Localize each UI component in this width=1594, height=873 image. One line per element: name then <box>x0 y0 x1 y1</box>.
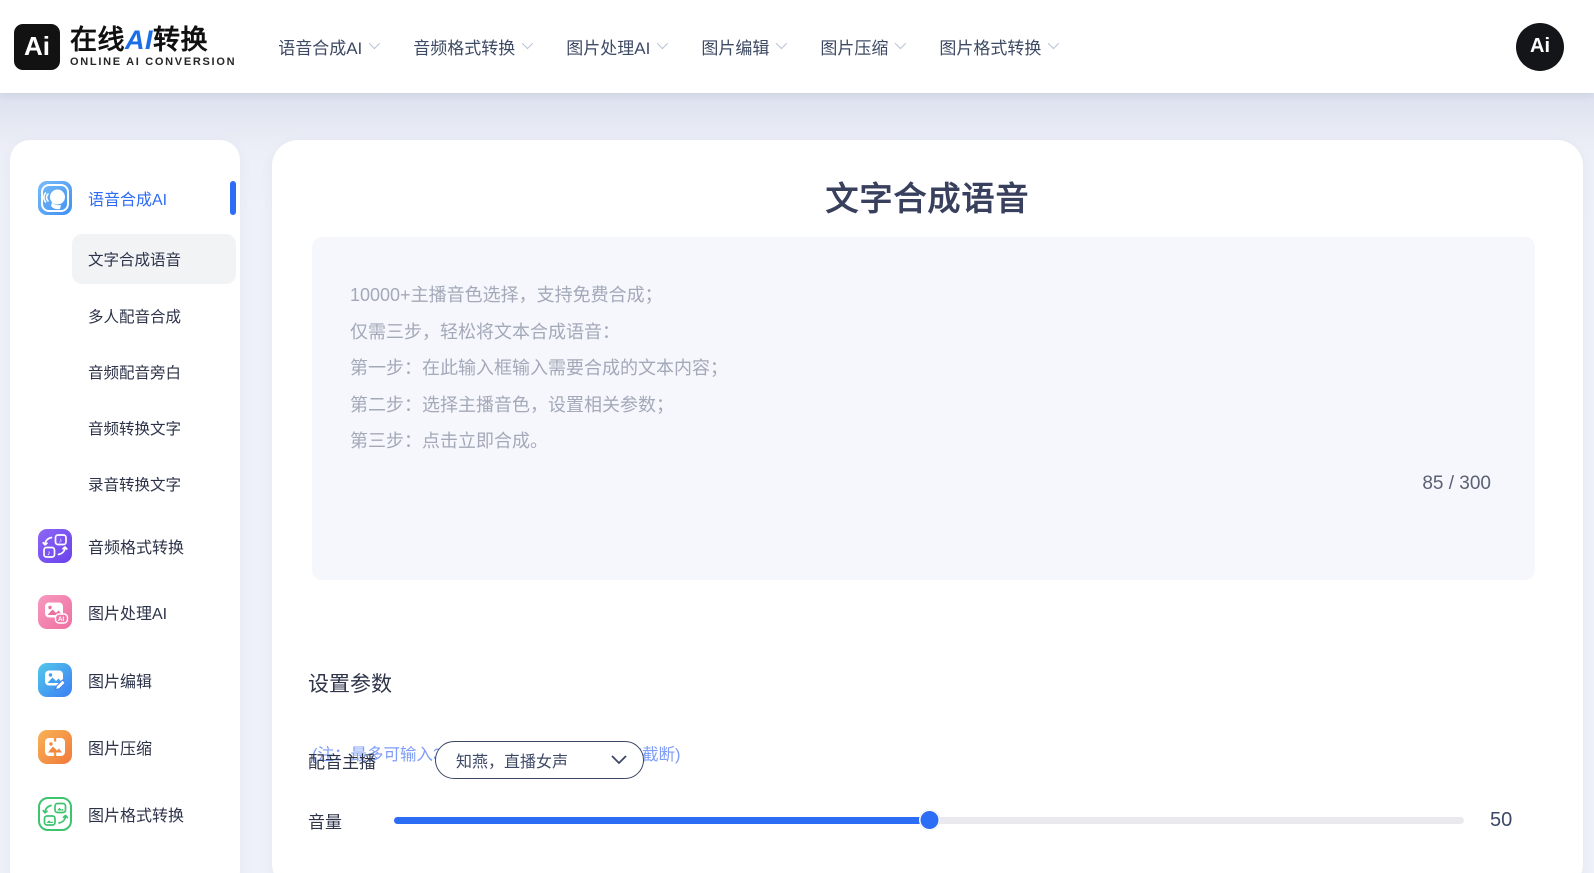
volume-slider-handle[interactable] <box>919 810 940 831</box>
nav-label: 语音合成AI <box>278 34 362 59</box>
sidebar-sub-multi-voice[interactable]: 多人配音合成 <box>72 296 236 336</box>
chevron-down-icon <box>1048 38 1059 49</box>
sidebar: 语音合成AI 文字合成语音 多人配音合成 音频配音旁白 音频转换文字 录音转换文… <box>10 140 240 873</box>
main-panel: 文字合成语音 10000+主播音色选择，支持免费合成； 仅需三步，轻松将文本合成… <box>272 140 1583 873</box>
user-avatar[interactable]: Ai <box>1516 23 1564 71</box>
placeholder-line: 第二步：选择主播音色，设置相关参数； <box>350 387 728 424</box>
placeholder-line: 第三步：点击立即合成。 <box>350 423 728 460</box>
placeholder-line: 第一步：在此输入框输入需要合成的文本内容； <box>350 350 728 387</box>
logo-subtitle: ONLINE AI CONVERSION <box>70 56 236 68</box>
top-navbar: Ai 在线AI转换 ONLINE AI CONVERSION 语音合成AI 音频… <box>0 0 1594 93</box>
site-logo[interactable]: Ai 在线AI转换 ONLINE AI CONVERSION <box>14 24 236 70</box>
image-format-convert-icon <box>38 797 72 831</box>
image-ai-icon: AI <box>38 595 72 629</box>
sidebar-sub-audio-to-text[interactable]: 音频转换文字 <box>72 408 236 448</box>
logo-title-part2: AI <box>125 25 153 55</box>
sidebar-item-voice-synthesis[interactable]: 语音合成AI <box>10 178 240 218</box>
sidebar-sub-label: 文字合成语音 <box>88 248 181 270</box>
logo-title-part1: 在线 <box>70 25 125 55</box>
sidebar-item-label: 图片格式转换 <box>88 802 184 826</box>
voice-ai-icon <box>38 181 72 215</box>
nav-image-ai[interactable]: 图片处理AI <box>566 34 665 59</box>
voice-select-value: 知燕，直播女声 <box>456 748 568 772</box>
settings-heading: 设置参数 <box>308 668 392 698</box>
volume-label: 音量 <box>308 808 342 833</box>
nav-image-format[interactable]: 图片格式转换 <box>939 34 1056 59</box>
sidebar-item-image-edit[interactable]: 图片编辑 <box>10 658 240 702</box>
volume-setting-row: 音量 50 <box>308 800 1548 840</box>
sidebar-sub-label: 录音转换文字 <box>88 473 181 495</box>
sidebar-item-image-compress[interactable]: 图片压缩 <box>10 725 240 769</box>
svg-text:♪: ♪ <box>47 550 51 557</box>
nav-label: 图片编辑 <box>701 34 769 59</box>
page: Ai 在线AI转换 ONLINE AI CONVERSION 语音合成AI 音频… <box>0 0 1594 873</box>
sidebar-sub-label: 音频配音旁白 <box>88 361 181 383</box>
chevron-down-icon <box>776 38 787 49</box>
char-counter: 85 / 300 <box>1422 473 1491 495</box>
sidebar-item-label: 图片压缩 <box>88 735 152 759</box>
sidebar-sub-label: 多人配音合成 <box>88 305 181 327</box>
volume-slider-fill <box>394 817 929 824</box>
nav-audio-format[interactable]: 音频格式转换 <box>413 34 530 59</box>
sidebar-sub-text-to-speech[interactable]: 文字合成语音 <box>72 234 236 284</box>
chevron-down-icon <box>895 38 906 49</box>
text-input-placeholder: 10000+主播音色选择，支持免费合成； 仅需三步，轻松将文本合成语音： 第一步… <box>350 277 728 460</box>
logo-ai-badge: Ai <box>14 24 60 70</box>
sidebar-sub-audio-dubbing[interactable]: 音频配音旁白 <box>72 352 236 392</box>
chevron-down-icon <box>522 38 533 49</box>
audio-format-convert-icon: ♪ ♪ <box>38 529 72 563</box>
sidebar-item-audio-format[interactable]: ♪ ♪ 音频格式转换 <box>10 524 240 568</box>
sidebar-item-label: 语音合成AI <box>88 186 167 210</box>
logo-title-part3: 转换 <box>153 25 208 55</box>
chevron-down-icon <box>369 38 380 49</box>
image-edit-icon <box>38 663 72 697</box>
voice-select[interactable]: 知燕，直播女声 <box>435 741 644 779</box>
nav-image-edit[interactable]: 图片编辑 <box>701 34 784 59</box>
active-indicator <box>230 181 236 215</box>
page-title: 文字合成语音 <box>272 172 1583 220</box>
voice-setting-row: 配音主播 知燕，直播女声 <box>308 740 644 780</box>
nav-label: 图片压缩 <box>820 34 888 59</box>
svg-text:♪: ♪ <box>59 537 63 544</box>
voice-label: 配音主播 <box>308 748 376 773</box>
sidebar-item-image-ai[interactable]: AI 图片处理AI <box>10 590 240 634</box>
placeholder-line: 仅需三步，轻松将文本合成语音： <box>350 314 728 351</box>
sidebar-sub-label: 音频转换文字 <box>88 417 181 439</box>
image-compress-icon <box>38 730 72 764</box>
nav-label: 音频格式转换 <box>413 34 515 59</box>
placeholder-line: 10000+主播音色选择，支持免费合成； <box>350 277 728 314</box>
sidebar-item-label: 图片处理AI <box>88 600 167 624</box>
volume-value: 50 <box>1490 809 1512 832</box>
nav-image-compress[interactable]: 图片压缩 <box>820 34 903 59</box>
svg-text:AI: AI <box>58 616 64 623</box>
sidebar-item-label: 音频格式转换 <box>88 534 184 558</box>
text-input[interactable]: 10000+主播音色选择，支持免费合成； 仅需三步，轻松将文本合成语音： 第一步… <box>312 237 1535 580</box>
chevron-down-icon <box>611 755 627 765</box>
logo-title: 在线AI转换 <box>70 26 236 54</box>
sidebar-item-label: 图片编辑 <box>88 668 152 692</box>
nav-label: 图片格式转换 <box>939 34 1041 59</box>
sidebar-item-image-format[interactable]: 图片格式转换 <box>10 792 240 836</box>
sidebar-sub-recording-to-text[interactable]: 录音转换文字 <box>72 464 236 504</box>
chevron-down-icon <box>657 38 668 49</box>
nav-label: 图片处理AI <box>566 34 650 59</box>
volume-slider[interactable] <box>394 817 1464 824</box>
main-nav: 语音合成AI 音频格式转换 图片处理AI 图片编辑 图片压缩 图片格式转换 <box>278 34 1056 59</box>
nav-voice-synthesis[interactable]: 语音合成AI <box>278 34 377 59</box>
